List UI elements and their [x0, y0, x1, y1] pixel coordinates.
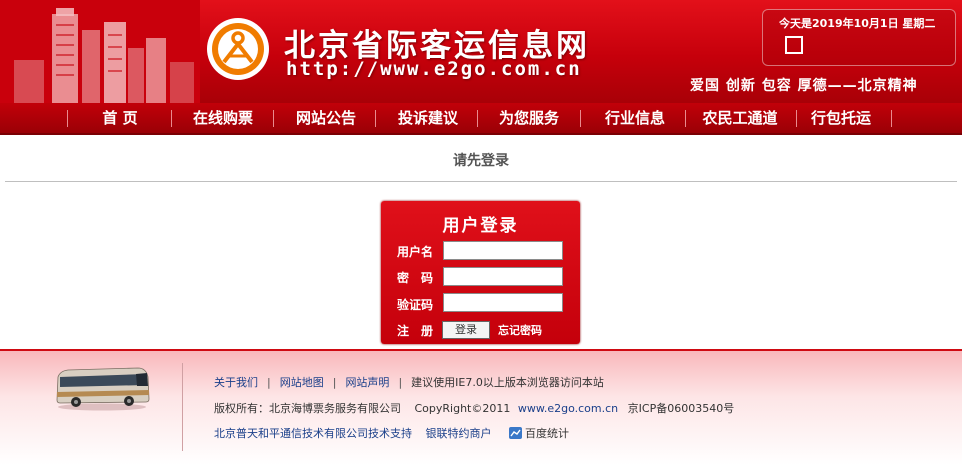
site-footer: 关于我们 | 网站地图 | 网站声明 | 建议使用IE7.0以上版本浏览器访问本站 版权所有… [0, 351, 962, 465]
captcha-label: 验证码 [397, 298, 434, 312]
login-panel: 用户登录 用户名 密 码 验证码 注 册 登录 忘记密码 [381, 201, 580, 344]
stats-chart-icon [509, 427, 522, 439]
nav-item-luggage[interactable]: 行包托运 [796, 103, 886, 133]
copyright-owner: 版权所有：北京海博票务服务有限公司 [214, 402, 401, 415]
date-box: 今天是2019年10月1日 星期二 [762, 9, 956, 66]
unionpay-merchant-link[interactable]: 银联特约商户 [426, 427, 492, 440]
site-map-link[interactable]: 网站地图 [280, 376, 324, 389]
captcha-input[interactable] [443, 293, 563, 312]
site-domain-link[interactable]: www.e2go.com.cn [518, 402, 618, 415]
nav-item-services[interactable]: 为您服务 [484, 103, 574, 133]
nav-separator [685, 110, 686, 127]
site-header: 北京省际客运信息网 http://www.e2go.com.cn 今天是2019… [0, 0, 962, 103]
baidu-stats[interactable]: 百度统计 [509, 427, 569, 440]
nav-separator [273, 110, 274, 127]
login-title: 用户登录 [442, 216, 519, 236]
tech-support-link[interactable]: 北京普天和平通信技术有限公司技术支持 [214, 427, 412, 440]
nav-separator [67, 110, 68, 127]
nav-item-home[interactable]: 首 页 [75, 103, 165, 133]
forgot-password-link[interactable]: 忘记密码 [498, 322, 542, 338]
nav-separator [580, 110, 581, 127]
main-nav: 首 页 在线购票 网站公告 投诉建议 为您服务 行业信息 农民工通道 行包托运 [0, 103, 962, 135]
nav-item-announcements[interactable]: 网站公告 [281, 103, 371, 133]
footer-links-row: 关于我们 | 网站地图 | 网站声明 | 建议使用IE7.0以上版本浏览器访问本站 [214, 376, 604, 389]
nav-item-migrant-workers[interactable]: 农民工通道 [688, 103, 792, 133]
nav-item-industry-info[interactable]: 行业信息 [590, 103, 680, 133]
site-logo-icon [207, 18, 269, 80]
footer-vertical-divider [182, 363, 183, 451]
nav-separator [375, 110, 376, 127]
footer-copyright-row: 版权所有：北京海博票务服务有限公司 CopyRight©2011 www.e2g… [214, 400, 734, 416]
checkbox-icon[interactable] [785, 36, 803, 54]
username-label: 用户名 [397, 245, 434, 259]
nav-separator [171, 110, 172, 127]
browser-note: 建议使用IE7.0以上版本浏览器访问本站 [411, 376, 604, 389]
register-link[interactable]: 注 册 [397, 322, 433, 339]
nav-separator [477, 110, 478, 127]
baidu-stats-label: 百度统计 [525, 427, 569, 440]
footer-support-row: 北京普天和平通信技术有限公司技术支持 银联特约商户 百度统计 [214, 425, 569, 441]
about-us-link[interactable]: 关于我们 [214, 376, 258, 389]
site-url: http://www.e2go.com.cn [286, 58, 582, 80]
nav-item-complaints[interactable]: 投诉建议 [383, 103, 473, 133]
divider [5, 181, 957, 182]
city-skyline-image [0, 0, 200, 103]
login-button[interactable]: 登录 [442, 321, 490, 339]
nav-separator [891, 110, 892, 127]
bus-image [56, 367, 150, 411]
icp-number: 京ICP备06003540号 [627, 402, 735, 415]
copyright-text: CopyRight©2011 [414, 402, 511, 415]
page-title: 请先登录 [453, 153, 509, 169]
nav-item-online-tickets[interactable]: 在线购票 [178, 103, 268, 133]
site-statement-link[interactable]: 网站声明 [345, 376, 389, 389]
username-input[interactable] [443, 241, 563, 260]
beijing-spirit-motto: 爱国 创新 包容 厚德——北京精神 [690, 78, 918, 94]
password-label: 密 码 [397, 271, 434, 285]
password-input[interactable] [443, 267, 563, 286]
current-date: 今天是2019年10月1日 星期二 [779, 17, 936, 30]
